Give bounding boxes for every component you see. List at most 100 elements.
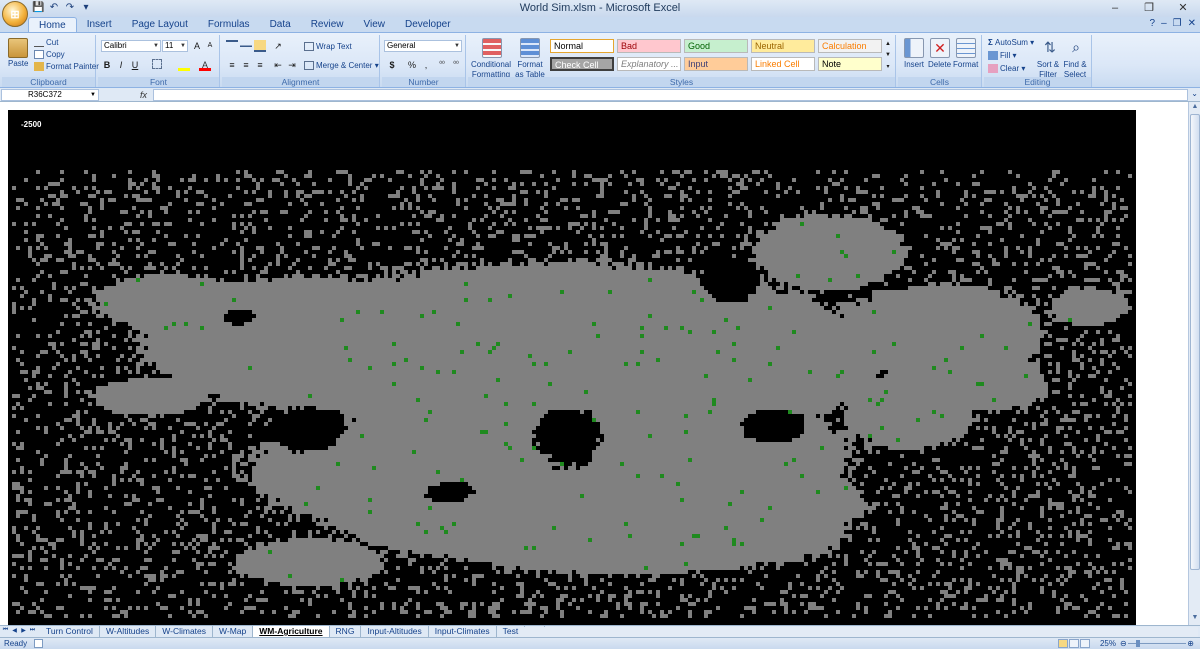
- zoom-out-icon[interactable]: ⊖: [1120, 639, 1127, 648]
- cell-style-explanatory[interactable]: Explanatory ...: [617, 57, 681, 71]
- sheet-tab-w-climates[interactable]: W-Climates: [156, 626, 214, 637]
- underline-button[interactable]: U: [129, 59, 141, 71]
- help-icon[interactable]: ?: [1150, 18, 1156, 29]
- tab-review[interactable]: Review: [301, 17, 354, 32]
- zoom-slider[interactable]: ⊖ ⊕: [1120, 639, 1194, 648]
- percent-button[interactable]: %: [406, 59, 418, 71]
- grow-font-button[interactable]: A: [191, 40, 203, 52]
- horizontal-scrollbar[interactable]: [520, 627, 1198, 637]
- cell-style-linked-cell[interactable]: Linked Cell: [751, 57, 815, 71]
- copy-button[interactable]: Copy: [34, 50, 65, 60]
- increase-indent-icon[interactable]: ⇥: [286, 59, 298, 71]
- gallery-more-icon[interactable]: ▾: [882, 61, 894, 73]
- page-break-view-icon[interactable]: [1080, 639, 1090, 648]
- bold-button[interactable]: B: [101, 59, 113, 71]
- tab-page-layout[interactable]: Page Layout: [122, 17, 198, 32]
- expand-formula-bar-icon[interactable]: ⌄: [1191, 89, 1198, 98]
- font-size-select[interactable]: 11 ▼: [162, 40, 188, 52]
- align-left-icon[interactable]: ≡: [226, 59, 238, 71]
- tab-view[interactable]: View: [353, 17, 395, 32]
- gallery-down-icon[interactable]: ▼: [882, 49, 894, 61]
- workbook-minimize-button[interactable]: –: [1161, 18, 1167, 29]
- insert-function-button[interactable]: fx: [140, 90, 147, 100]
- comma-button[interactable]: ,: [420, 59, 432, 71]
- last-sheet-icon[interactable]: ⏭: [29, 627, 36, 634]
- font-family-select[interactable]: Calibri ▼: [101, 40, 161, 52]
- scroll-down-icon[interactable]: ▼: [1190, 614, 1200, 624]
- align-top-icon[interactable]: [226, 40, 238, 52]
- currency-button[interactable]: $: [386, 59, 398, 71]
- zoom-level[interactable]: 25%: [1100, 639, 1116, 648]
- sheet-tab-rng[interactable]: RNG: [330, 626, 362, 637]
- scroll-up-icon[interactable]: ▲: [1190, 103, 1200, 113]
- vertical-scroll-thumb[interactable]: [1190, 114, 1200, 570]
- name-box[interactable]: R36C372 ▼: [1, 89, 99, 101]
- tab-developer[interactable]: Developer: [395, 17, 461, 32]
- orientation-icon[interactable]: ↗: [272, 40, 284, 52]
- cell-style-neutral[interactable]: Neutral: [751, 39, 815, 53]
- align-center-icon[interactable]: ≡: [240, 59, 252, 71]
- tab-formulas[interactable]: Formulas: [198, 17, 260, 32]
- align-bottom-icon[interactable]: [254, 40, 266, 52]
- restore-button[interactable]: ❐: [1132, 0, 1166, 16]
- next-sheet-icon[interactable]: ▶: [20, 627, 27, 634]
- italic-button[interactable]: I: [115, 59, 127, 71]
- workbook-restore-button[interactable]: ❐: [1173, 18, 1182, 29]
- decrease-decimal-icon[interactable]: ⁰⁰: [450, 59, 462, 71]
- worksheet-grid[interactable]: [0, 102, 1188, 625]
- align-middle-icon[interactable]: [240, 40, 252, 52]
- paste-button[interactable]: Paste: [8, 59, 28, 69]
- decrease-indent-icon[interactable]: ⇤: [272, 59, 284, 71]
- format-cells-icon[interactable]: [956, 38, 976, 58]
- wrap-text-button[interactable]: Wrap Text: [304, 42, 352, 52]
- insert-button[interactable]: Insert: [904, 60, 924, 70]
- first-sheet-icon[interactable]: ⏮: [2, 627, 9, 634]
- cell-style-input[interactable]: Input: [684, 57, 748, 71]
- sort-filter-icon[interactable]: ⇅: [1040, 38, 1060, 58]
- minimize-button[interactable]: –: [1098, 0, 1132, 16]
- zoom-knob[interactable]: [1136, 640, 1140, 647]
- prev-sheet-icon[interactable]: ◀: [11, 627, 18, 634]
- vertical-scrollbar[interactable]: ▲ ▼: [1188, 102, 1200, 625]
- sheet-tab-w-altitudes[interactable]: W-Altitudes: [100, 626, 157, 637]
- normal-view-icon[interactable]: [1058, 639, 1068, 648]
- cell-style-check-cell[interactable]: Check Cell: [550, 57, 614, 71]
- fill-button[interactable]: Fill ▾: [988, 51, 1016, 61]
- workbook-close-button[interactable]: ✕: [1188, 18, 1196, 29]
- insert-cells-icon[interactable]: [904, 38, 924, 58]
- paste-icon[interactable]: [8, 38, 28, 58]
- cell-style-calculation[interactable]: Calculation: [818, 39, 882, 53]
- align-right-icon[interactable]: ≡: [254, 59, 266, 71]
- tab-insert[interactable]: Insert: [77, 17, 122, 32]
- cut-button[interactable]: Cut: [34, 38, 58, 48]
- tab-data[interactable]: Data: [260, 17, 301, 32]
- formula-input[interactable]: [153, 89, 1188, 101]
- sheet-tab-input-altitudes[interactable]: Input-Altitudes: [361, 626, 429, 637]
- sheet-tab-wm-agriculture[interactable]: WM-Agriculture: [253, 626, 330, 637]
- cell-style-normal[interactable]: Normal: [550, 39, 614, 53]
- shrink-font-button[interactable]: A: [204, 40, 216, 52]
- corner-cell-value[interactable]: -2500: [21, 120, 41, 129]
- format-as-table-icon[interactable]: [520, 38, 540, 58]
- clear-button[interactable]: Clear ▾: [988, 64, 1025, 74]
- sheet-tab-turn-control[interactable]: Turn Control: [40, 626, 100, 637]
- number-format-select[interactable]: General ▼: [384, 40, 462, 52]
- binoculars-icon[interactable]: ⌕: [1066, 38, 1086, 58]
- fill-color-icon[interactable]: [178, 59, 190, 71]
- sheet-tab-w-map[interactable]: W-Map: [213, 626, 254, 637]
- delete-button[interactable]: Delete: [928, 60, 951, 70]
- page-layout-view-icon[interactable]: [1069, 639, 1079, 648]
- cell-style-good[interactable]: Good: [684, 39, 748, 53]
- cell-style-note[interactable]: Note: [818, 57, 882, 71]
- font-color-icon[interactable]: A: [199, 59, 211, 71]
- macro-record-icon[interactable]: [34, 639, 43, 648]
- borders-icon[interactable]: [152, 59, 162, 69]
- zoom-in-icon[interactable]: ⊕: [1187, 639, 1194, 648]
- delete-cells-icon[interactable]: ✕: [930, 38, 950, 58]
- sheet-tab-input-climates[interactable]: Input-Climates: [429, 626, 497, 637]
- cell-style-bad[interactable]: Bad: [617, 39, 681, 53]
- increase-decimal-icon[interactable]: ⁰⁰: [436, 59, 448, 71]
- conditional-formatting-icon[interactable]: [482, 38, 502, 58]
- merge-center-button[interactable]: Merge & Center ▾: [304, 61, 379, 71]
- autosum-button[interactable]: Σ AutoSum ▾: [988, 38, 1034, 48]
